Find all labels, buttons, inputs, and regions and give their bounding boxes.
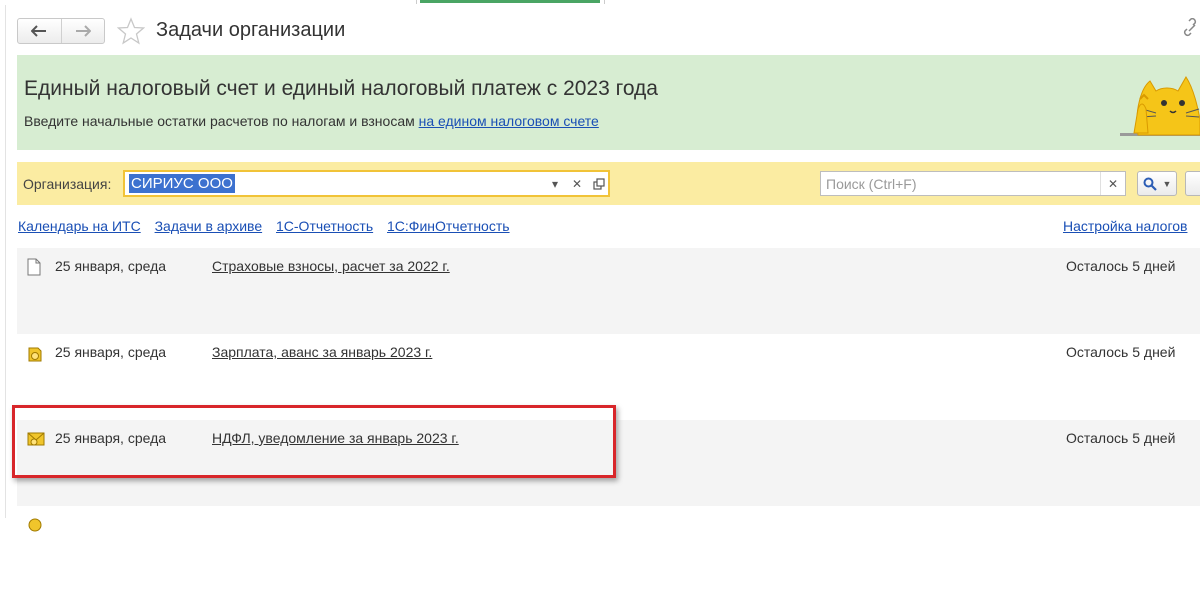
search-icon [1143,177,1157,191]
search-button[interactable]: ▼ [1137,171,1177,196]
more-button[interactable] [1185,171,1200,196]
banner-heading: Единый налоговый счет и единый налоговый… [24,77,658,100]
task-date: 25 января, среда [55,258,167,274]
banner-description: Введите начальные остатки расчетов по на… [24,113,415,129]
left-panel-edge [0,5,6,518]
quick-links: Календарь на ИТС Задачи в архиве 1С-Отче… [18,218,520,234]
link-its-calendar[interactable]: Календарь на ИТС [18,218,141,234]
organization-field[interactable]: СИРИУС ООО ▾ ✕ [123,170,610,197]
organization-value: СИРИУС ООО [129,174,235,193]
task-remaining: Осталось 5 дней [1066,430,1176,446]
link-1c-reporting[interactable]: 1С-Отчетность [276,218,373,234]
cat-mascot-icon [1120,69,1200,143]
forward-button[interactable] [60,19,105,43]
clear-icon[interactable]: ✕ [566,172,588,195]
task-date: 25 января, среда [55,344,167,360]
task-link[interactable]: Зарплата, аванс за январь 2023 г. [212,344,432,360]
page-title: Задачи организации [156,19,346,41]
open-form-icon[interactable] [588,172,610,195]
banner-text: Введите начальные остатки расчетов по на… [24,113,599,129]
dropdown-arrow-icon[interactable]: ▾ [544,172,566,195]
search-field[interactable]: ✕ [820,171,1126,196]
task-row: 25 января, среда Страховые взносы, расче… [17,248,1200,334]
chevron-down-icon: ▼ [1162,178,1172,189]
task-remaining: Осталось 5 дней [1066,258,1176,274]
filter-panel: Организация: СИРИУС ООО ▾ ✕ ✕ ▼ [17,162,1200,205]
link-archived-tasks[interactable]: Задачи в архиве [155,218,263,234]
active-tab-marker [420,0,600,3]
tab-separator [416,0,417,4]
highlight-frame [12,405,616,478]
task-row-partial [17,506,1200,592]
payment-coin-icon [27,344,43,366]
document-icon [27,258,41,280]
organization-label: Организация: [23,176,112,192]
back-button[interactable] [18,19,61,43]
tab-separator [604,0,605,4]
search-clear-icon[interactable]: ✕ [1100,172,1125,195]
task-link[interactable]: Страховые взносы, расчет за 2022 г. [212,258,450,274]
banner-link[interactable]: на едином налоговом счете [419,113,599,129]
top-tab-strip [0,0,1200,5]
arrow-right-icon [75,25,91,37]
favorite-star-icon[interactable] [116,17,146,49]
search-input[interactable] [824,175,1098,193]
link-icon[interactable] [1182,17,1200,42]
link-1c-fin-reporting[interactable]: 1С:ФинОтчетность [387,218,510,234]
link-tax-settings[interactable]: Настройка налогов [1063,218,1187,234]
task-remaining: Осталось 5 дней [1066,344,1176,360]
info-banner: Единый налоговый счет и единый налоговый… [17,55,1200,150]
payment-coin-icon [27,516,43,538]
arrow-left-icon [31,25,47,37]
navigation-buttons [17,18,105,44]
